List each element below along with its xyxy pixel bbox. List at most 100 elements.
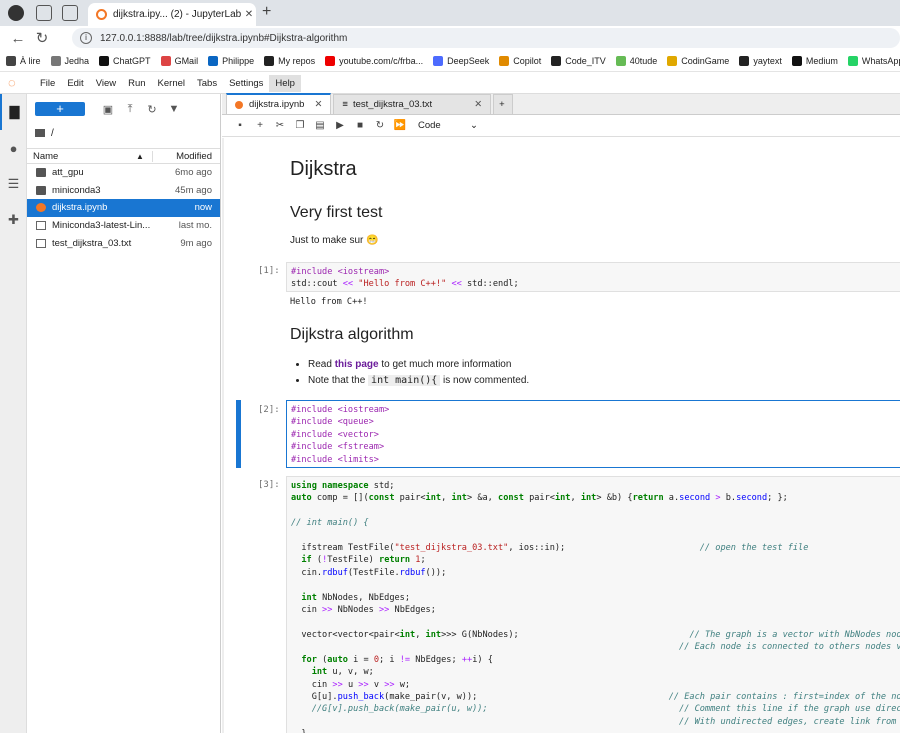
running-icon[interactable]: ● <box>0 130 27 166</box>
code-cell-2[interactable]: #include <iostream> #include <queue> #in… <box>286 400 900 468</box>
bookmark-item[interactable]: Code_ITV <box>551 56 606 66</box>
insert-cell-icon[interactable]: + <box>250 120 270 131</box>
file-name: att_gpu <box>52 167 84 179</box>
bookmark-label: CodinGame <box>681 56 730 66</box>
bookmark-item[interactable]: ChatGPT <box>99 56 151 66</box>
menu-kernel[interactable]: Kernel <box>152 75 191 92</box>
folder-icon[interactable]: ▇ <box>0 94 27 130</box>
bookmark-item[interactable]: Copilot <box>499 56 541 66</box>
upload-icon[interactable]: ⤒ <box>119 103 141 116</box>
cell-type-select[interactable]: Code ⌄ <box>418 120 478 131</box>
bookmark-icon <box>99 56 110 66</box>
menu-edit[interactable]: Edit <box>61 75 89 92</box>
breadcrumb-path[interactable]: / <box>51 128 54 139</box>
reload-icon[interactable]: ↻ <box>30 29 54 47</box>
heading-algorithm: Dijkstra algorithm <box>290 326 414 343</box>
page-link[interactable]: this page <box>335 359 379 370</box>
file-modified: last mo. <box>178 220 212 232</box>
file-icon <box>36 221 46 231</box>
notebook-toolbar: ▪ + ✂ ❐ ▤ ▶ ■ ↻ ⏩ Code ⌄ <box>222 115 900 137</box>
file-row[interactable]: test_dijkstra_03.txt 9m ago <box>27 234 220 252</box>
menu-bar: ◌ File Edit View Run Kernel Tabs Settings Help <box>0 73 900 94</box>
tab-textfile[interactable]: ≡ test_dijkstra_03.txt ✕ <box>333 94 492 114</box>
cell-prompt: [1]: <box>258 266 280 276</box>
left-sidebar: ▇ ● ☰ ✚ <box>0 94 27 733</box>
file-row[interactable]: dijkstra.ipynb now <box>27 199 220 217</box>
file-row[interactable]: Miniconda3-latest-Lin... last mo. <box>27 217 220 235</box>
bookmark-item[interactable]: My repos <box>264 56 315 66</box>
bookmark-item[interactable]: CodinGame <box>667 56 729 66</box>
bookmark-icon <box>208 56 219 66</box>
run-all-icon[interactable]: ⏩ <box>390 120 410 131</box>
collections-icon[interactable] <box>36 5 52 21</box>
new-launcher-button[interactable]: + <box>35 102 85 116</box>
bookmark-icon <box>499 56 510 66</box>
close-icon[interactable]: ✕ <box>314 99 322 110</box>
text-file-icon: ≡ <box>342 99 348 110</box>
paste-icon[interactable]: ▤ <box>310 120 330 131</box>
bookmark-label: À lire <box>20 56 41 66</box>
document-tabs: dijkstra.ipynb ✕ ≡ test_dijkstra_03.txt … <box>222 93 900 115</box>
bookmark-label: My repos <box>278 56 316 66</box>
bookmark-item[interactable]: 40tude <box>615 56 657 66</box>
code-cell-3[interactable]: using namespace std; auto comp = [](cons… <box>286 476 900 733</box>
menu-help[interactable]: Help <box>269 74 301 92</box>
bookmark-label: Jedha <box>64 56 90 66</box>
active-cell-bar <box>236 400 241 468</box>
restart-icon[interactable]: ↻ <box>370 120 390 131</box>
bookmark-item[interactable]: WhatsApp <box>847 56 900 66</box>
folder-icon[interactable] <box>35 129 45 137</box>
menu-run[interactable]: Run <box>122 75 151 92</box>
tab-notebook[interactable]: dijkstra.ipynb ✕ <box>226 93 332 114</box>
list-text: to get much more information <box>378 359 512 370</box>
sort-up-icon[interactable]: ▲ <box>136 152 152 161</box>
url-field[interactable]: i 127.0.0.1:8888/lab/tree/dijkstra.ipynb… <box>72 28 900 48</box>
tab-label: dijkstra.ipynb <box>249 99 305 110</box>
bookmark-item[interactable]: Medium <box>791 56 838 66</box>
back-icon[interactable]: ← <box>6 30 30 47</box>
add-tab-icon[interactable]: + <box>493 94 514 114</box>
bookmark-label: yaytext <box>753 56 782 66</box>
new-folder-icon[interactable]: ▣ <box>97 103 119 116</box>
file-row[interactable]: miniconda3 45m ago <box>27 182 220 200</box>
bookmark-icon <box>50 56 61 66</box>
cell-prompt: [2]: <box>258 405 280 415</box>
bookmark-item[interactable]: DeepSeek <box>433 56 489 66</box>
tab-actions-icon[interactable] <box>62 5 78 21</box>
notebook: Dijkstra Very first test Just to make su… <box>222 138 900 733</box>
address-bar-row: ← ↻ i 127.0.0.1:8888/lab/tree/dijkstra.i… <box>0 26 900 50</box>
info-icon[interactable]: i <box>80 32 92 44</box>
close-icon[interactable]: ✕ <box>242 9 256 20</box>
file-modified: 45m ago <box>175 184 212 196</box>
profile-icon[interactable] <box>8 5 24 21</box>
menu-file[interactable]: File <box>34 75 61 92</box>
close-icon[interactable]: ✕ <box>474 99 482 110</box>
bookmark-item[interactable]: GMail <box>160 56 198 66</box>
browser-tab[interactable]: dijkstra.ipy... (2) - JupyterLab ✕ <box>88 3 256 26</box>
folder-icon <box>36 185 46 195</box>
list-text: Read <box>308 359 335 370</box>
refresh-icon[interactable]: ↻ <box>141 103 163 116</box>
stop-icon[interactable]: ■ <box>350 120 370 131</box>
bookmark-item[interactable]: À lire <box>6 56 41 66</box>
toc-icon[interactable]: ☰ <box>0 166 27 202</box>
new-tab-icon[interactable]: + <box>262 3 271 21</box>
notebook-icon <box>235 100 243 109</box>
copy-icon[interactable]: ❐ <box>290 120 310 131</box>
save-icon[interactable]: ▪ <box>230 120 250 131</box>
bookmark-item[interactable]: youtube.com/c/frba... <box>325 56 423 66</box>
filter-icon[interactable]: ▼ <box>163 103 185 115</box>
menu-tabs[interactable]: Tabs <box>191 75 223 92</box>
bookmark-item[interactable]: yaytext <box>739 56 782 66</box>
file-row[interactable]: att_gpu 6mo ago <box>27 164 220 182</box>
bookmark-item[interactable]: Philippe <box>208 56 254 66</box>
code-cell-1[interactable]: #include <iostream> std::cout << "Hello … <box>286 262 900 292</box>
column-modified[interactable]: Modified <box>152 150 220 162</box>
menu-view[interactable]: View <box>90 75 122 92</box>
menu-settings[interactable]: Settings <box>223 75 269 92</box>
cut-icon[interactable]: ✂ <box>270 120 290 131</box>
column-name[interactable]: Name <box>33 151 136 162</box>
bookmark-item[interactable]: Jedha <box>50 56 90 66</box>
run-icon[interactable]: ▶ <box>330 120 350 131</box>
extension-icon[interactable]: ✚ <box>0 202 27 238</box>
